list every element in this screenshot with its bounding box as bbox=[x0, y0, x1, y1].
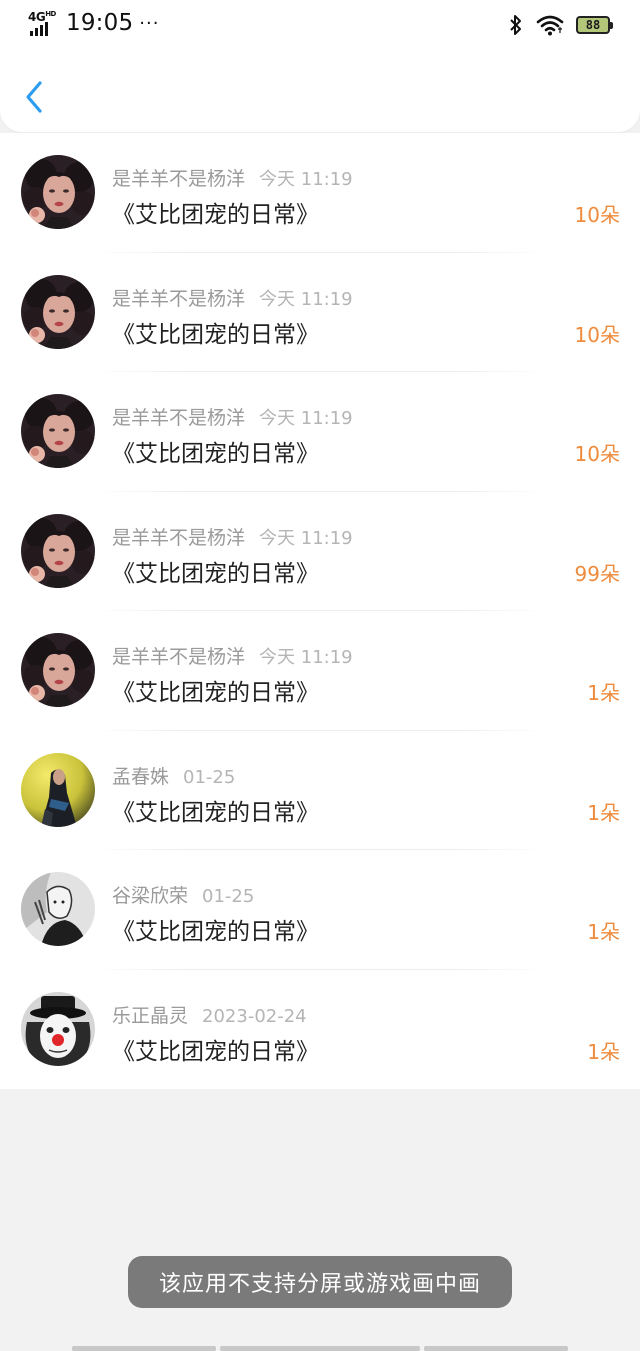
avatar-monochrome-sketch-image bbox=[21, 872, 95, 946]
top-header: 4GHD 19:05 ··· 88 bbox=[0, 0, 640, 132]
status-left: 4GHD 19:05 ··· bbox=[28, 10, 159, 36]
gift-time: 01-25 bbox=[202, 886, 255, 907]
avatar[interactable] bbox=[21, 513, 95, 588]
gift-time: 今天 11:19 bbox=[259, 288, 353, 310]
avatar[interactable] bbox=[21, 752, 95, 827]
network-hd: HD bbox=[45, 10, 56, 18]
sender-line: 是羊羊不是杨洋 今天 11:19 bbox=[112, 523, 353, 550]
bottom-gesture-bars bbox=[72, 1346, 572, 1351]
avatar-person-yellow-background-image bbox=[21, 752, 95, 827]
wifi-icon bbox=[536, 15, 564, 36]
list-item[interactable]: 是羊羊不是杨洋 今天 11:19 《艾比团宠的日常》 10朵 bbox=[0, 253, 640, 372]
gift-time: 2023-02-24 bbox=[202, 1005, 307, 1027]
gift-time: 今天 11:19 bbox=[259, 169, 353, 190]
gift-count: 99朵 bbox=[574, 561, 620, 586]
sender-name: 是羊羊不是杨洋 bbox=[112, 526, 246, 549]
avatar[interactable] bbox=[21, 155, 95, 229]
chevron-left-icon bbox=[26, 81, 42, 113]
sender-line: 孟春姝 01-25 bbox=[112, 762, 235, 789]
work-title: 《艾比团宠的日常》 bbox=[112, 680, 319, 706]
list-item[interactable]: 谷梁欣荣 01-25 《艾比团宠的日常》 1朵 bbox=[0, 850, 640, 970]
bluetooth-icon bbox=[510, 15, 521, 35]
avatar[interactable] bbox=[21, 394, 95, 468]
avatar-dark-curly-hair-image bbox=[21, 274, 95, 349]
avatar[interactable] bbox=[21, 633, 95, 707]
status-time: 19:05 bbox=[66, 10, 134, 36]
sender-line: 是羊羊不是杨洋 今天 11:19 bbox=[112, 284, 353, 311]
work-title: 《艾比团宠的日常》 bbox=[112, 202, 319, 228]
cellular-signal-icon: 4GHD bbox=[28, 10, 58, 36]
sender-line: 是羊羊不是杨洋 今天 11:19 bbox=[112, 164, 353, 191]
battery-icon: 88 bbox=[576, 16, 613, 34]
back-button[interactable] bbox=[22, 78, 48, 116]
list-item[interactable]: 孟春姝 01-25 《艾比团宠的日常》 1朵 bbox=[0, 731, 640, 850]
sender-name: 是羊羊不是杨洋 bbox=[112, 168, 246, 190]
status-bar: 4GHD 19:05 ··· 88 bbox=[0, 0, 640, 52]
gift-count: 10朵 bbox=[574, 322, 620, 347]
status-more-dots: ··· bbox=[139, 12, 160, 34]
work-title: 《艾比团宠的日常》 bbox=[112, 919, 319, 945]
sender-name: 谷梁欣荣 bbox=[112, 885, 189, 907]
avatar[interactable] bbox=[21, 872, 95, 946]
work-title: 《艾比团宠的日常》 bbox=[112, 560, 319, 587]
gift-count: 1朵 bbox=[587, 1039, 620, 1064]
gift-count: 1朵 bbox=[587, 681, 620, 705]
sender-name: 是羊羊不是杨洋 bbox=[112, 646, 246, 668]
gift-time: 01-25 bbox=[183, 766, 236, 788]
gift-time: 今天 11:19 bbox=[259, 647, 353, 668]
list-item[interactable]: 是羊羊不是杨洋 今天 11:19 《艾比团宠的日常》 10朵 bbox=[0, 372, 640, 492]
sender-name: 乐正晶灵 bbox=[112, 1004, 189, 1027]
avatar-dark-curly-hair-image bbox=[21, 513, 95, 588]
avatar-dark-curly-hair-image bbox=[21, 155, 95, 229]
sender-name: 孟春姝 bbox=[112, 765, 170, 788]
list-item[interactable]: 是羊羊不是杨洋 今天 11:19 《艾比团宠的日常》 99朵 bbox=[0, 492, 640, 611]
gift-time: 今天 11:19 bbox=[259, 527, 353, 549]
list-item[interactable]: 乐正晶灵 2023-02-24 《艾比团宠的日常》 1朵 bbox=[0, 970, 640, 1090]
sender-line: 乐正晶灵 2023-02-24 bbox=[112, 1001, 307, 1028]
avatar-clown-top-hat-image bbox=[21, 991, 95, 1066]
gift-time: 今天 11:19 bbox=[259, 408, 353, 429]
work-title: 《艾比团宠的日常》 bbox=[112, 1038, 319, 1065]
work-title: 《艾比团宠的日常》 bbox=[112, 321, 319, 348]
sender-name: 是羊羊不是杨洋 bbox=[112, 287, 246, 310]
avatar[interactable] bbox=[21, 274, 95, 349]
work-title: 《艾比团宠的日常》 bbox=[112, 799, 319, 826]
gift-count: 10朵 bbox=[574, 203, 620, 227]
sender-line: 是羊羊不是杨洋 今天 11:19 bbox=[112, 403, 353, 430]
status-right: 88 bbox=[508, 13, 613, 37]
avatar[interactable] bbox=[21, 991, 95, 1066]
avatar-dark-curly-hair-image bbox=[21, 633, 95, 707]
gift-record-list: 是羊羊不是杨洋 今天 11:19 《艾比团宠的日常》 10朵 是羊羊不是杨洋 今天 … bbox=[0, 133, 640, 1089]
gift-count: 1朵 bbox=[587, 920, 620, 944]
sender-line: 谷梁欣荣 01-25 bbox=[112, 881, 254, 908]
sender-name: 是羊羊不是杨洋 bbox=[112, 407, 246, 429]
sender-line: 是羊羊不是杨洋 今天 11:19 bbox=[112, 642, 353, 669]
list-item[interactable]: 是羊羊不是杨洋 今天 11:19 《艾比团宠的日常》 10朵 bbox=[0, 133, 640, 253]
avatar-dark-curly-hair-image bbox=[21, 394, 95, 468]
work-title: 《艾比团宠的日常》 bbox=[112, 441, 319, 467]
gift-count: 1朵 bbox=[587, 800, 620, 825]
battery-level: 88 bbox=[585, 18, 601, 32]
split-screen-toast: 该应用不支持分屏或游戏画中画 bbox=[128, 1256, 512, 1308]
gift-count: 10朵 bbox=[574, 442, 620, 466]
list-item[interactable]: 是羊羊不是杨洋 今天 11:19 《艾比团宠的日常》 1朵 bbox=[0, 611, 640, 731]
